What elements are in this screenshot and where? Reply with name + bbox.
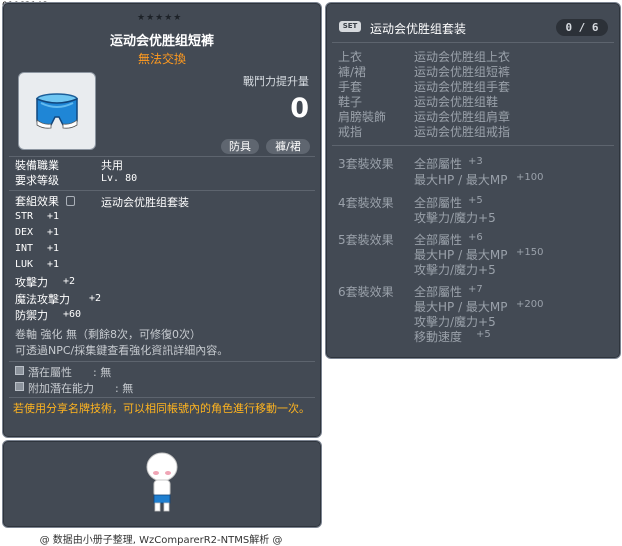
divider bbox=[9, 190, 315, 191]
set-effect-line: 最大HP / 最大MP bbox=[414, 173, 508, 187]
additional-potential-icon bbox=[15, 382, 24, 391]
additional-potential-label: 附加潛在能力 bbox=[28, 382, 94, 395]
set-badge-icon: SET bbox=[339, 21, 361, 32]
divider bbox=[9, 361, 315, 362]
set-effect-label-text: 套組效果 bbox=[15, 195, 59, 208]
set-effect-tier-label: 6套裝效果 bbox=[338, 285, 394, 299]
set-effect-value: +5 bbox=[468, 195, 483, 206]
trade-status: 無法交換 bbox=[137, 52, 186, 66]
character-preview-panel bbox=[2, 440, 322, 528]
divider bbox=[9, 397, 315, 398]
set-effect-tier-label: 5套裝效果 bbox=[338, 233, 394, 247]
set-effect-label: 套組效果 bbox=[15, 193, 75, 209]
set-effect-line: 全部屬性 bbox=[414, 157, 463, 171]
additional-potential-row: 附加潛在能力 bbox=[15, 380, 94, 396]
transfer-notice: 若使用分享名牌技術，可以相同帳號內的角色進行移動一次。 bbox=[13, 402, 310, 415]
attack-increase-label: 戰鬥力提升量 bbox=[243, 75, 309, 88]
set-effect-line: 移動速度 bbox=[414, 330, 463, 344]
stat-name: LUK bbox=[15, 259, 34, 270]
stat-value: +1 bbox=[47, 211, 60, 222]
set-effect-value: 运动会优胜组套装 bbox=[101, 196, 189, 209]
potential-value: : 無 bbox=[93, 366, 112, 379]
item-name: 运动会优胜组短裤 bbox=[109, 34, 214, 49]
set-title: 运动会优胜组套装 bbox=[370, 22, 467, 36]
stat-name: 防禦力 bbox=[15, 309, 48, 322]
job-label: 裝備職業 bbox=[15, 159, 59, 172]
stat-value: +2 bbox=[63, 276, 76, 287]
level-label: 要求等级 bbox=[15, 174, 59, 187]
set-effect-value: +6 bbox=[468, 232, 483, 243]
divider bbox=[332, 42, 614, 43]
stat-name: DEX bbox=[15, 227, 34, 238]
stat-name: STR bbox=[15, 211, 34, 222]
set-effect-value: +7 bbox=[468, 284, 483, 295]
set-effect-tier-label: 3套裝效果 bbox=[338, 157, 394, 171]
stat-value: +2 bbox=[89, 293, 102, 304]
stat-value: +1 bbox=[47, 243, 60, 254]
set-effect-value: +200 bbox=[516, 299, 544, 310]
set-effect-line: 攻擊力/魔力+5 bbox=[414, 211, 496, 225]
set-effect-tier-label: 4套裝效果 bbox=[338, 196, 394, 210]
stat-name: 魔法攻擊力 bbox=[15, 293, 70, 306]
stat-value: +1 bbox=[47, 227, 60, 238]
attack-increase-value: 0 bbox=[290, 93, 309, 124]
potential-label: 潛在屬性 bbox=[28, 366, 72, 379]
footer-credit: @ 数据由小册子整理, WzComparerR2-NTMS解析 @ bbox=[39, 535, 283, 546]
item-tooltip-panel: ★★★★★ 运动会优胜组短裤 無法交換 戰鬥力提升量 0 防具 褲/裙 裝備職業… bbox=[2, 2, 322, 438]
potential-icon bbox=[15, 366, 24, 375]
stat-value: +60 bbox=[63, 309, 82, 320]
scroll-upgrade-info: 卷軸 強化 無（剩餘8次，可修復0次） bbox=[15, 328, 201, 341]
tag-pants: 褲/裙 bbox=[266, 139, 310, 154]
set-bonus-panel: SET 运动会优胜组套装 0 / 6 上衣 运动会优胜组上衣 褲/裙 运动会优胜… bbox=[325, 2, 621, 359]
set-effect-value: +150 bbox=[516, 247, 544, 258]
lock-icon bbox=[65, 196, 75, 206]
character-avatar bbox=[146, 452, 178, 512]
potential-row: 潛在屬性 bbox=[15, 364, 72, 380]
job-value: 共用 bbox=[101, 159, 123, 172]
stat-value: +1 bbox=[47, 259, 60, 270]
star-force-hint: 可透過NPC/採集鍵查看強化資訊詳細內容。 bbox=[15, 344, 229, 357]
shorts-icon bbox=[36, 93, 78, 129]
set-effect-value: +3 bbox=[468, 156, 483, 167]
additional-potential-value: : 無 bbox=[115, 382, 134, 395]
set-count: 0 / 6 bbox=[556, 19, 608, 36]
stat-name: 攻擊力 bbox=[15, 276, 48, 289]
set-effect-value: +100 bbox=[516, 172, 544, 183]
level-value: Lv. 80 bbox=[101, 173, 138, 184]
set-effect-value: +5 bbox=[476, 329, 491, 340]
set-effect-line: 攻擊力/魔力+5 bbox=[414, 263, 496, 277]
set-part-name: 运动会优胜组戒指 bbox=[414, 125, 511, 139]
stat-name: INT bbox=[15, 243, 34, 254]
star-force-stars: ★★★★★ bbox=[137, 13, 183, 23]
set-part-slot: 戒指 bbox=[338, 125, 363, 139]
tag-armor: 防具 bbox=[221, 139, 259, 154]
divider bbox=[332, 145, 614, 146]
item-icon-frame bbox=[18, 72, 96, 150]
